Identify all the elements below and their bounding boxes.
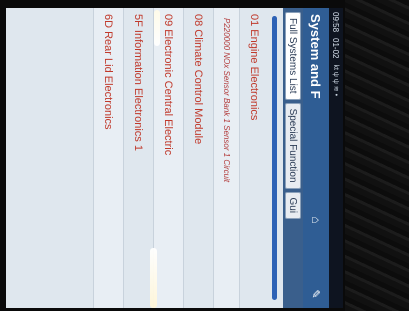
app-header: System and F ⌂ ✎ xyxy=(303,8,329,308)
screen-glare xyxy=(150,248,157,308)
tab-special-function[interactable]: Special Function xyxy=(285,102,301,189)
list-item-information-electronics[interactable]: 5F Information Electronics 1 xyxy=(123,8,153,308)
device-photo: 09:58 01-02 kt ψ ψ ≋ • System and F ⌂ ✎ … xyxy=(0,0,409,311)
home-icon[interactable]: ⌂ xyxy=(308,212,324,228)
list-item-engine-electronics[interactable]: 01 Engine Electronics xyxy=(239,8,269,308)
tab-bar: Full Systems List Special Function Gui xyxy=(283,8,303,308)
tab-full-systems-list[interactable]: Full Systems List xyxy=(285,12,301,100)
screen-glare xyxy=(154,10,160,46)
scan-progress-bar xyxy=(272,16,277,300)
device-bezel xyxy=(345,0,409,311)
app-window: 09:58 01-02 kt ψ ψ ≋ • System and F ⌂ ✎ … xyxy=(6,8,343,308)
status-time: 09:58 xyxy=(331,12,341,33)
status-date: 01-02 xyxy=(331,38,341,59)
list-item-central-electric[interactable]: 09 Electronic Central Electric xyxy=(153,8,183,308)
status-indicators: kt ψ ψ ≋ • xyxy=(332,64,339,97)
page-title: System and F xyxy=(308,14,324,99)
tab-guided[interactable]: Gui xyxy=(285,191,301,220)
fault-code-item[interactable]: P220000 NOx Sensor Bank 1 Sensor 1 Circu… xyxy=(213,8,239,308)
tablet-screen: 09:58 01-02 kt ψ ψ ≋ • System and F ⌂ ✎ … xyxy=(6,8,343,308)
scan-progress-fill xyxy=(272,16,277,300)
list-item-rear-lid-electronics[interactable]: 6D Rear Lid Electronics xyxy=(93,8,123,308)
list-item-climate-control[interactable]: 08 Climate Control Module xyxy=(183,8,213,308)
edit-icon[interactable]: ✎ xyxy=(308,286,324,302)
system-list: 01 Engine Electronics P220000 NOx Sensor… xyxy=(6,8,269,308)
status-bar: 09:58 01-02 kt ψ ψ ≋ • xyxy=(329,8,343,308)
